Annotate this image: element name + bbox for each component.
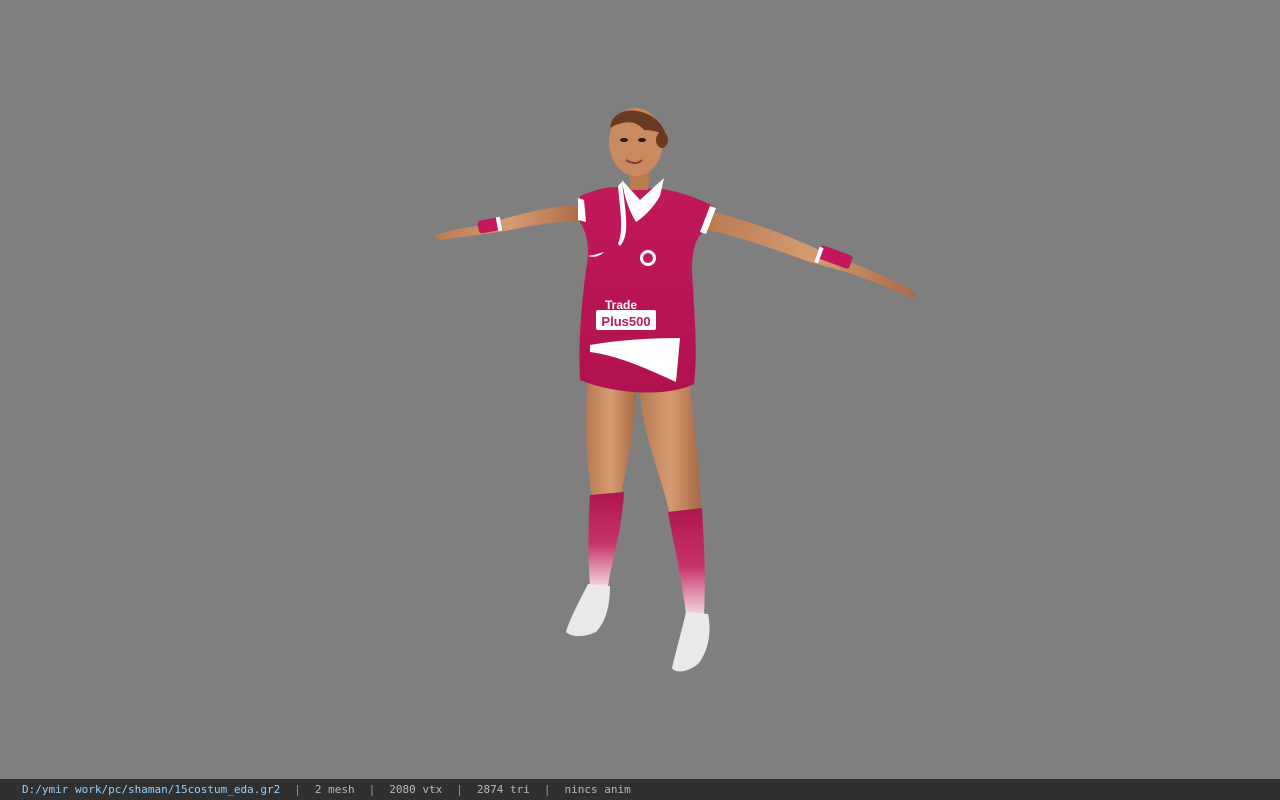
right-shoe — [672, 612, 710, 672]
status-separator: | — [368, 783, 376, 796]
right-sock — [668, 508, 705, 614]
status-file-path: D:/ymir work/pc/shaman/15costum_eda.gr2 — [22, 783, 281, 796]
left-leg — [585, 380, 636, 500]
status-mesh-count: 2 mesh — [314, 783, 355, 796]
status-anim: nincs anim — [564, 783, 631, 796]
status-separator: | — [294, 783, 301, 796]
sponsor-line-2: Plus500 — [601, 314, 650, 329]
left-shoe — [566, 584, 610, 637]
status-vertex-count: 2080 vtx — [389, 783, 443, 796]
3d-viewport[interactable]: Trade Plus500 — [0, 0, 1280, 779]
status-separator: | — [543, 783, 551, 796]
right-leg — [640, 385, 701, 515]
status-bar: D:/ymir work/pc/shaman/15costum_eda.gr2 |… — [0, 779, 1280, 800]
right-arm — [705, 210, 918, 298]
character-model[interactable]: Trade Plus500 — [0, 0, 1280, 779]
left-arm — [434, 205, 585, 240]
sponsor-line-1: Trade — [605, 298, 637, 312]
left-sock — [588, 492, 624, 586]
status-tri-count: 2874 tri — [476, 783, 530, 796]
status-separator: | — [456, 783, 463, 796]
